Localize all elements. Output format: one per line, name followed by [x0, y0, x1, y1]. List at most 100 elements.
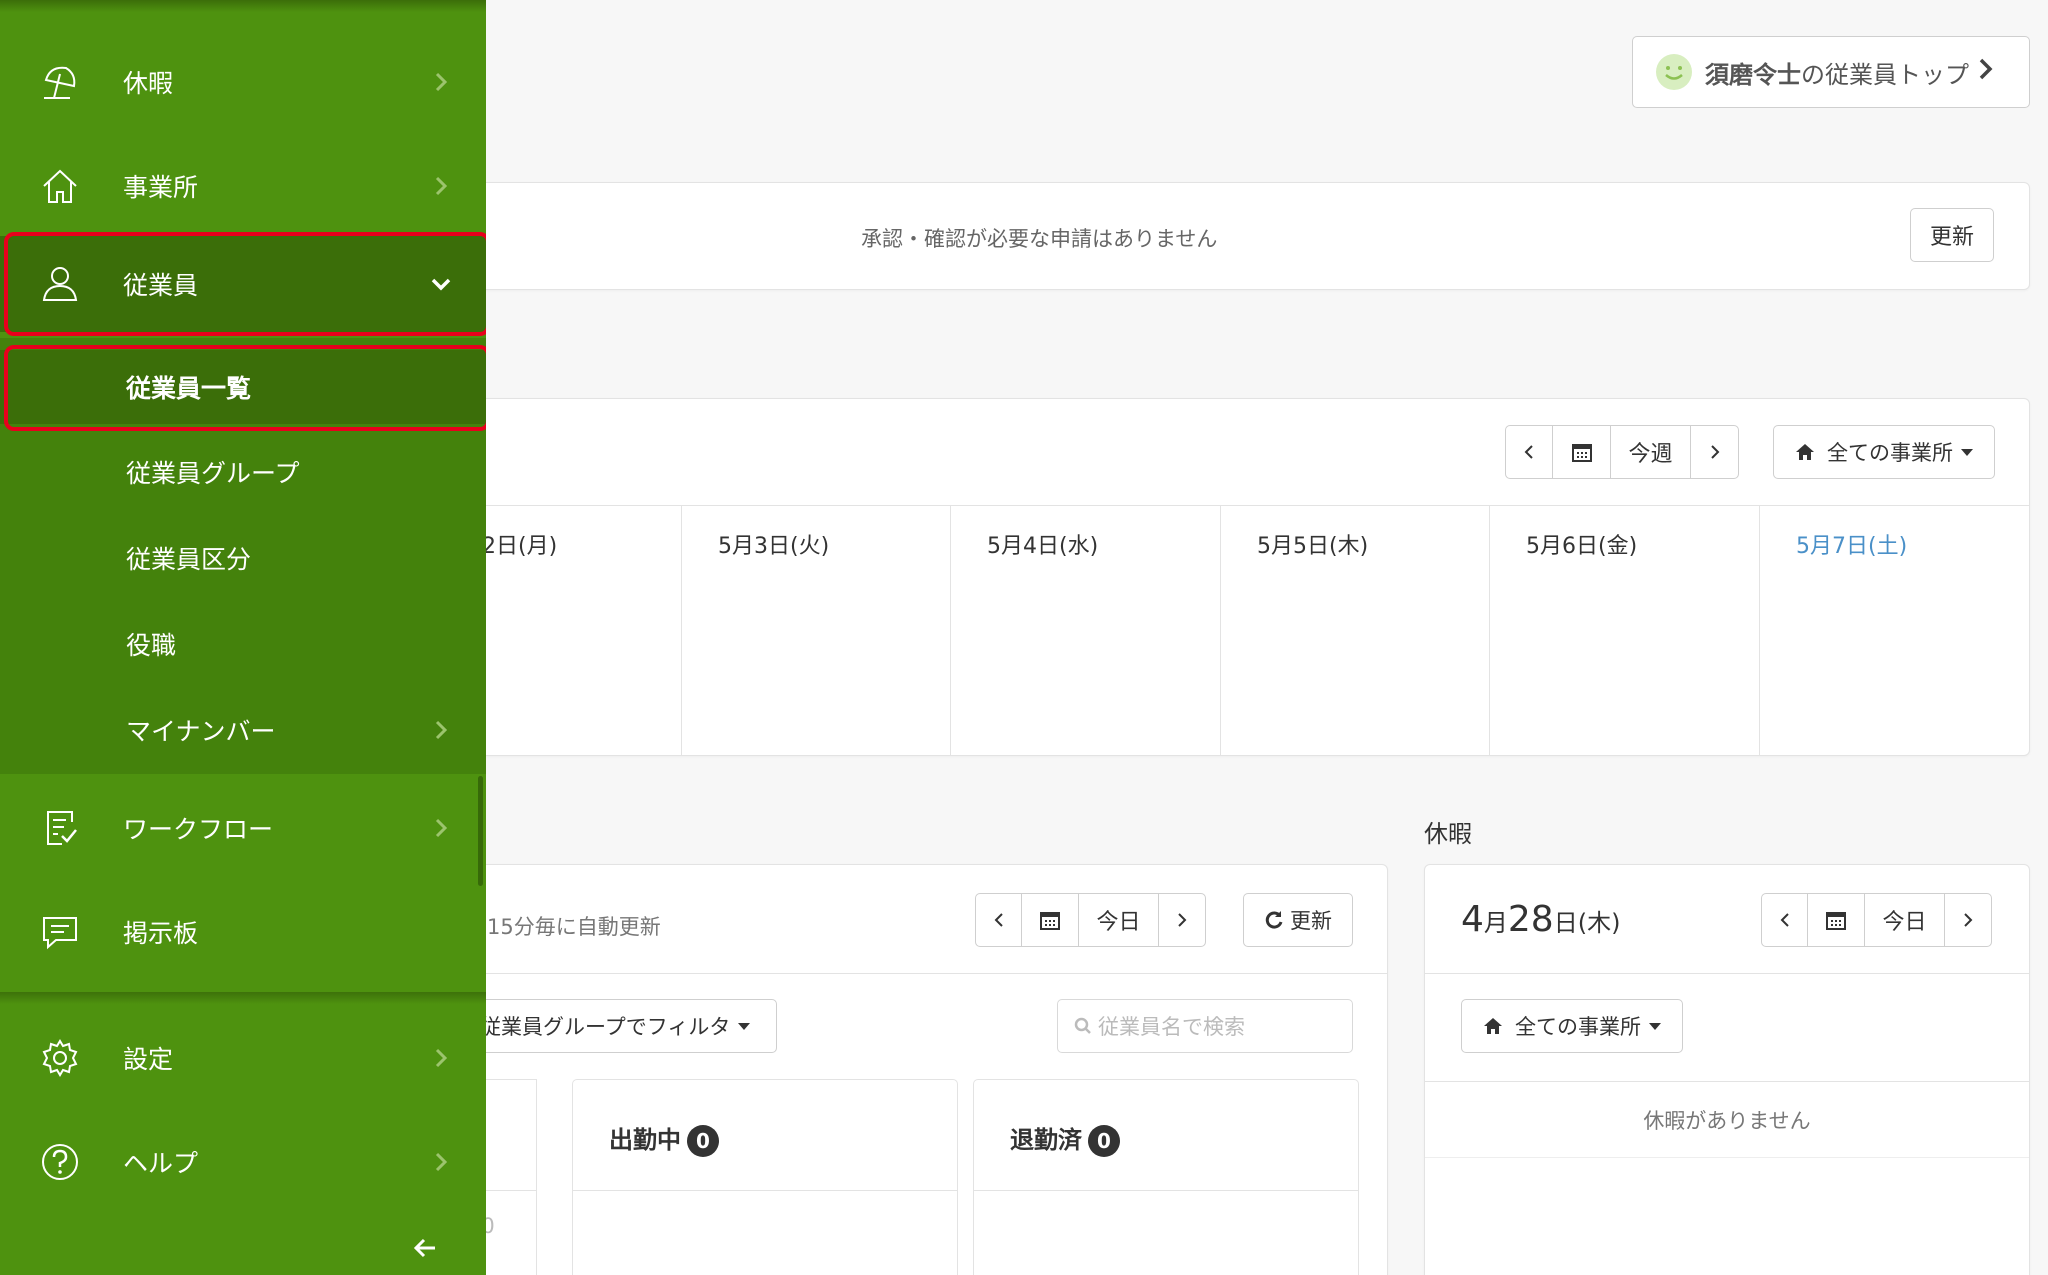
chevron-left-icon [1524, 445, 1533, 459]
next-day-button[interactable] [1159, 894, 1205, 946]
caret-down-icon [1961, 448, 1973, 456]
day-column: 2日(月) [470, 506, 682, 756]
next-week-button[interactable] [1691, 426, 1738, 478]
status-card-working: 出勤中 0 [572, 1079, 958, 1275]
prev-day-button[interactable] [976, 894, 1022, 946]
checklist-icon [47, 811, 77, 845]
chevron-right-icon [1977, 58, 1995, 86]
day-label: 2日(月) [482, 534, 558, 559]
sidebar-subitem-my-number[interactable]: マイナンバー [0, 694, 486, 766]
sidebar-item-workflow[interactable]: ワークフロー [0, 788, 486, 868]
sidebar-item-office[interactable]: 事業所 [0, 146, 486, 226]
sidebar-top-shadow [0, 0, 486, 12]
highlight-box-employee-list [4, 345, 486, 431]
vacation-prev-day-button[interactable] [1762, 894, 1808, 946]
vacation-date-day: 28 [1507, 899, 1554, 940]
prev-week-button[interactable] [1506, 426, 1553, 478]
attendance-day-navigator: 今日 [975, 893, 1206, 947]
chevron-right-icon [1178, 913, 1187, 927]
collapse-sidebar-arrow-icon[interactable] [413, 1237, 437, 1259]
chevron-right-icon [435, 720, 448, 740]
gear-icon [42, 1039, 78, 1077]
search-icon [1074, 1017, 1091, 1034]
sidebar-subitem-employee-group[interactable]: 従業員グループ [0, 436, 486, 508]
week-calendar-button[interactable] [1553, 426, 1611, 478]
attendance-refresh-button[interactable]: 更新 [1243, 893, 1353, 947]
this-week-button[interactable]: 今週 [1611, 426, 1691, 478]
approval-notice-message: 承認・確認が必要な申請はありません [861, 227, 1218, 251]
vacation-panel: 4月28日(木) 今日 全ての事業所 休暇がありません [1424, 864, 2030, 1275]
sidebar-item-settings[interactable]: 設定 [0, 1018, 486, 1098]
vacation-date: 4月28日(木) [1461, 899, 1620, 940]
beach-umbrella-icon [44, 66, 76, 99]
vacation-next-day-button[interactable] [1945, 894, 1991, 946]
vacation-empty-message: 休暇がありません [1643, 1109, 1811, 1133]
sidebar-item-help[interactable]: ヘルプ [0, 1122, 486, 1202]
approval-notice-panel: 承認・確認が必要な申請はありません 更新 [470, 182, 2030, 290]
home-icon [1796, 444, 1814, 460]
calendar-icon [1571, 444, 1592, 462]
vacation-date-month-unit: 月 [1483, 909, 1508, 937]
day-column: 5月5日(木) [1221, 506, 1490, 756]
notice-refresh-button[interactable]: 更新 [1910, 208, 1994, 262]
home-icon [43, 169, 77, 203]
sidebar-subitem-label: 役職 [126, 631, 177, 660]
caret-down-icon [738, 1022, 751, 1030]
sidebar-item-label: ヘルプ [123, 1149, 199, 1178]
sidebar-item-bulletin[interactable]: 掲示板 [0, 892, 486, 972]
sidebar: 休暇 事業所 従業員 従業員一覧 従業員グループ 従業員区分 役職 マイナンバー… [0, 0, 486, 1275]
chevron-left-icon [1780, 913, 1789, 927]
sidebar-subitem-employee-category[interactable]: 従業員区分 [0, 522, 486, 594]
today-button[interactable]: 今日 [1079, 894, 1159, 946]
chevron-right-icon [1964, 913, 1973, 927]
refresh-icon [1265, 911, 1283, 929]
sidebar-item-label: ワークフロー [123, 815, 274, 844]
user-name: 須磨令士 [1705, 60, 1801, 89]
vacation-office-dropdown[interactable]: 全ての事業所 [1461, 999, 1683, 1053]
sidebar-subitem-label: 従業員グループ [126, 459, 300, 488]
employee-search-input[interactable]: 従業員名で検索 [1057, 999, 1353, 1053]
left-label: 退勤済 [1010, 1126, 1082, 1154]
employee-search-placeholder: 従業員名で検索 [1098, 1015, 1245, 1039]
day-label: 5月5日(木) [1257, 534, 1369, 559]
vacation-date-month: 4 [1461, 899, 1484, 940]
day-label-saturday: 5月7日(土) [1796, 534, 1908, 559]
user-link-suffix: の従業員トップ [1801, 60, 1969, 89]
sidebar-item-label: 事業所 [123, 173, 199, 202]
sidebar-subitem-position[interactable]: 役職 [0, 608, 486, 680]
chevron-right-icon [435, 1152, 448, 1172]
group-filter-dropdown[interactable]: 従業員グループでフィルタ [461, 999, 777, 1053]
day-label: 5月3日(火) [718, 534, 830, 559]
working-label: 出勤中 [609, 1126, 681, 1154]
day-column: 5月7日(土) [1760, 506, 2029, 756]
vacation-office-label: 全ての事業所 [1515, 1015, 1641, 1039]
calendar-icon [1040, 912, 1060, 930]
help-circle-icon [42, 1144, 78, 1180]
chevron-right-icon [435, 176, 448, 196]
sidebar-item-label: 掲示板 [123, 919, 199, 948]
week-office-dropdown[interactable]: 全ての事業所 [1773, 425, 1995, 479]
sidebar-subitem-label: マイナンバー [126, 717, 276, 746]
day-column: 5月3日(火) [682, 506, 951, 756]
sidebar-item-vacation[interactable]: 休暇 [0, 42, 486, 122]
chat-bubble-icon [43, 917, 77, 950]
home-icon [1484, 1018, 1502, 1034]
vacation-today-button[interactable]: 今日 [1865, 894, 1945, 946]
smiley-icon [1655, 53, 1693, 91]
day-label: 5月4日(水) [987, 534, 1099, 559]
sidebar-subitem-label: 従業員区分 [126, 545, 252, 574]
attendance-refresh-label: 更新 [1290, 909, 1332, 933]
sidebar-item-label: 休暇 [123, 69, 174, 98]
employee-top-link[interactable]: 須磨令士 の従業員トップ [1632, 36, 2030, 108]
left-count-badge: 0 [1088, 1125, 1120, 1157]
chevron-right-icon [1710, 445, 1719, 459]
chevron-right-icon [435, 1048, 448, 1068]
status-card-left: 退勤済 0 [973, 1079, 1359, 1275]
week-office-label: 全ての事業所 [1827, 441, 1953, 465]
vacation-calendar-button[interactable] [1808, 894, 1865, 946]
chevron-left-icon [994, 913, 1003, 927]
caret-down-icon [1649, 1022, 1661, 1030]
day-calendar-button[interactable] [1022, 894, 1079, 946]
autorefresh-text: 15分毎に自動更新 [487, 915, 661, 939]
day-label: 5月6日(金) [1526, 534, 1638, 559]
